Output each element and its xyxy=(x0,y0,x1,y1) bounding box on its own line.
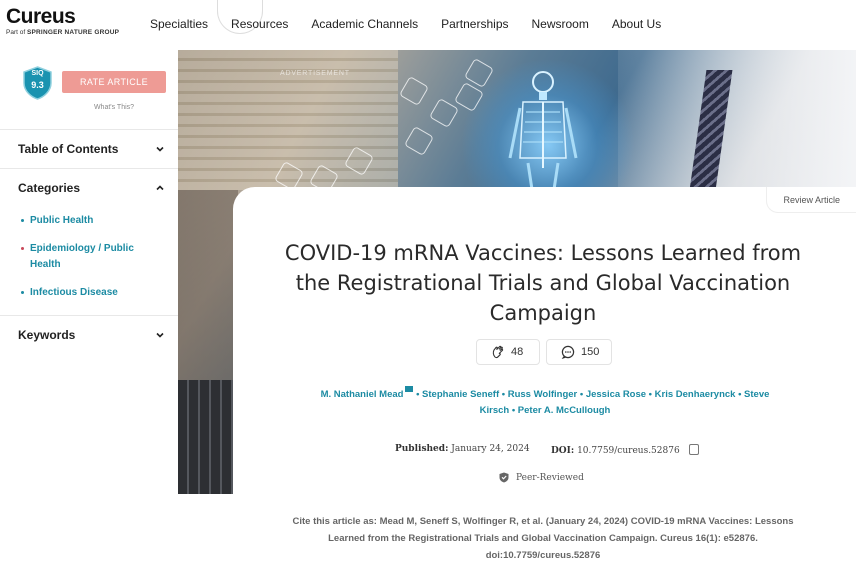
nav-academic-channels[interactable]: Academic Channels xyxy=(311,17,418,31)
divider xyxy=(0,315,178,316)
category-label: Infectious Disease xyxy=(30,287,118,298)
category-label: Public Health xyxy=(30,215,94,226)
doi-label: DOI: xyxy=(551,446,575,456)
category-label: Epidemiology / Public Health xyxy=(30,243,134,270)
category-link[interactable]: Public Health xyxy=(21,213,151,229)
peer-reviewed-label: Peer-Reviewed xyxy=(516,472,584,483)
author-links[interactable]: • Stephanie Seneff • Russ Wolfinger • Je… xyxy=(413,389,769,400)
clap-count: 48 xyxy=(511,346,524,358)
shield-check-icon xyxy=(499,472,509,483)
advertisement-label: ADVERTISEMENT xyxy=(280,70,350,77)
nav-newsroom[interactable]: Newsroom xyxy=(532,17,589,31)
comments-button[interactable]: 150 xyxy=(546,339,612,365)
doi-info: DOI: 10.7759/cureus.52876 xyxy=(551,444,699,456)
citation-text: Cite this article as: Mead M, Seneff S, … xyxy=(292,516,794,561)
categories-label: Categories xyxy=(18,181,81,195)
table-of-contents-toggle[interactable]: Table of Contents xyxy=(18,142,166,156)
hero-laptop-keys xyxy=(178,380,238,494)
toc-label: Table of Contents xyxy=(18,142,119,156)
nav-partnerships[interactable]: Partnerships xyxy=(441,17,508,31)
nav-about-us[interactable]: About Us xyxy=(612,17,661,31)
logo-sub-brand: SPRINGER NATURE GROUP xyxy=(26,29,120,36)
chevron-down-icon xyxy=(156,332,164,338)
hex-icon xyxy=(428,97,460,129)
rate-article-button[interactable]: RATE ARTICLE xyxy=(62,71,166,93)
logo-subtitle: Part of SPRINGER NATURE GROUP xyxy=(6,29,119,36)
category-link[interactable]: Epidemiology / Public Health xyxy=(21,241,151,273)
whats-this-link[interactable]: What's This? xyxy=(62,104,166,111)
comment-bubble-icon xyxy=(561,345,575,359)
bullet-icon xyxy=(21,246,24,250)
divider xyxy=(0,168,178,169)
bullet-icon xyxy=(21,218,24,222)
main-nav: Specialties Resources Academic Channels … xyxy=(150,17,684,31)
divider xyxy=(0,129,178,130)
cureus-logo[interactable]: Cureus Part of SPRINGER NATURE GROUP xyxy=(6,5,119,37)
comment-count: 150 xyxy=(581,346,600,358)
logo-wordmark: Cureus xyxy=(6,5,76,28)
published-info: Published: January 24, 2024 xyxy=(395,444,530,454)
author-links[interactable]: Kirsch • Peter A. McCullough xyxy=(480,405,611,416)
category-link[interactable]: Infectious Disease xyxy=(21,285,151,301)
hex-icon xyxy=(398,75,430,107)
chevron-down-icon xyxy=(156,146,164,152)
author-list: M. Nathaniel Mead • Stephanie Seneff • R… xyxy=(289,386,801,419)
peer-reviewed-badge: Peer-Reviewed xyxy=(499,472,584,483)
logo-sub-prefix: Part of xyxy=(6,29,26,36)
categories-toggle[interactable]: Categories xyxy=(18,181,166,195)
published-date: January 24, 2024 xyxy=(451,444,530,454)
keywords-toggle[interactable]: Keywords xyxy=(18,328,166,342)
chevron-up-icon xyxy=(156,185,164,191)
article-type-badge: Review Article xyxy=(766,187,856,213)
siq-label: SIQ xyxy=(31,70,44,77)
bullet-icon xyxy=(21,290,24,294)
clap-button[interactable]: 48 xyxy=(476,339,540,365)
article-header-card: Review Article COVID-19 mRNA Vaccines: L… xyxy=(233,187,856,494)
keywords-label: Keywords xyxy=(18,328,76,342)
hex-icon xyxy=(403,125,435,157)
nav-specialties[interactable]: Specialties xyxy=(150,17,208,31)
left-sidebar: SIQ 9.3 RATE ARTICLE What's This? Table … xyxy=(0,50,178,571)
siq-badge[interactable]: SIQ 9.3 xyxy=(22,66,53,100)
author-link[interactable]: M. Nathaniel Mead xyxy=(321,389,404,400)
doi-value[interactable]: 10.7759/cureus.52876 xyxy=(577,446,680,456)
nav-resources[interactable]: Resources xyxy=(231,17,288,31)
top-header: Cureus Part of SPRINGER NATURE GROUP Spe… xyxy=(0,0,856,50)
published-label: Published: xyxy=(395,444,449,454)
copy-icon[interactable] xyxy=(688,444,699,455)
siq-score: 9.3 xyxy=(31,80,44,90)
clap-hand-icon xyxy=(492,345,504,359)
article-title: COVID-19 mRNA Vaccines: Lessons Learned … xyxy=(284,241,802,325)
